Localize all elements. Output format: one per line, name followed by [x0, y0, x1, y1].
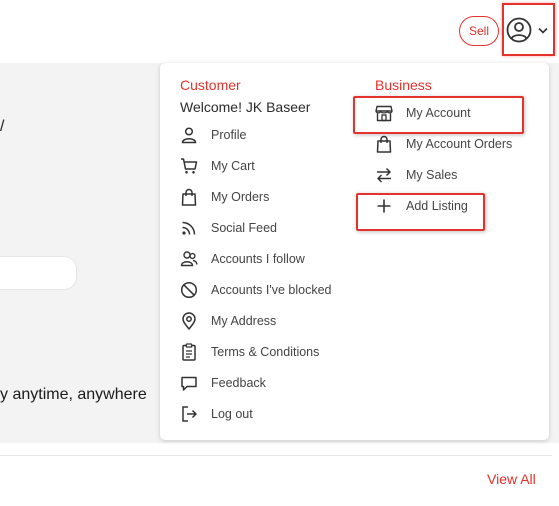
menu-item-my-address[interactable]: My Address: [180, 309, 276, 333]
menu-item-social-feed[interactable]: Social Feed: [180, 216, 277, 240]
view-all-link[interactable]: View All: [487, 471, 536, 487]
menu-item-label: Terms & Conditions: [211, 345, 320, 359]
person-icon: [181, 127, 197, 144]
menu-item-label: My Cart: [211, 159, 255, 173]
account-dropdown-menu: Customer Welcome! JK Baseer Profile My C…: [160, 63, 549, 440]
welcome-text: Welcome! JK Baseer: [180, 99, 311, 115]
cart-icon: [181, 158, 198, 174]
menu-item-feedback[interactable]: Feedback: [180, 371, 266, 395]
hero-search-input[interactable]: [0, 257, 76, 289]
rss-icon: [182, 221, 196, 235]
menu-item-label: My Address: [211, 314, 277, 328]
block-icon: [180, 281, 198, 299]
hero-tagline: y anytime, anywhere: [0, 386, 147, 403]
menu-item-label: My Sales: [406, 168, 458, 182]
menu-item-accounts-i-follow[interactable]: Accounts I follow: [180, 247, 305, 271]
my-account-highlight: [353, 96, 524, 134]
hero-partial-mark: /: [0, 118, 5, 135]
people-icon: [180, 251, 198, 267]
shopping-bag-icon: [376, 135, 392, 153]
sell-button[interactable]: Sell: [459, 16, 499, 46]
menu-item-label: Accounts I follow: [211, 252, 305, 266]
menu-item-terms[interactable]: Terms & Conditions: [180, 340, 319, 364]
section-card: [0, 455, 552, 506]
clipboard-icon: [182, 343, 196, 361]
menu-item-accounts-blocked[interactable]: Accounts I've blocked: [180, 278, 332, 302]
menu-item-label: Accounts I've blocked: [211, 283, 332, 297]
menu-item-label: My Orders: [211, 190, 270, 204]
menu-item-label: Log out: [211, 407, 253, 421]
add-listing-highlight: [356, 193, 485, 231]
customer-heading: Customer: [180, 77, 241, 93]
menu-item-label: My Account Orders: [406, 137, 513, 151]
menu-item-label: Feedback: [211, 376, 266, 390]
menu-item-my-sales[interactable]: My Sales: [375, 163, 457, 187]
menu-item-profile[interactable]: Profile: [180, 123, 246, 147]
chat-bubble-icon: [181, 376, 197, 391]
menu-item-label: Profile: [211, 128, 247, 142]
menu-item-my-orders[interactable]: My Orders: [180, 185, 269, 209]
menu-item-label: Social Feed: [211, 221, 278, 235]
shopping-bag-icon: [181, 188, 197, 206]
menu-item-log-out[interactable]: Log out: [180, 402, 253, 426]
logout-icon: [182, 406, 197, 422]
user-circle-icon[interactable]: [506, 17, 532, 43]
menu-item-my-cart[interactable]: My Cart: [180, 154, 255, 178]
menu-item-my-account-orders[interactable]: My Account Orders: [375, 132, 512, 156]
swap-arrows-icon: [377, 167, 391, 183]
location-pin-icon: [182, 312, 196, 330]
business-heading: Business: [375, 77, 432, 93]
chevron-down-icon[interactable]: [538, 27, 548, 34]
